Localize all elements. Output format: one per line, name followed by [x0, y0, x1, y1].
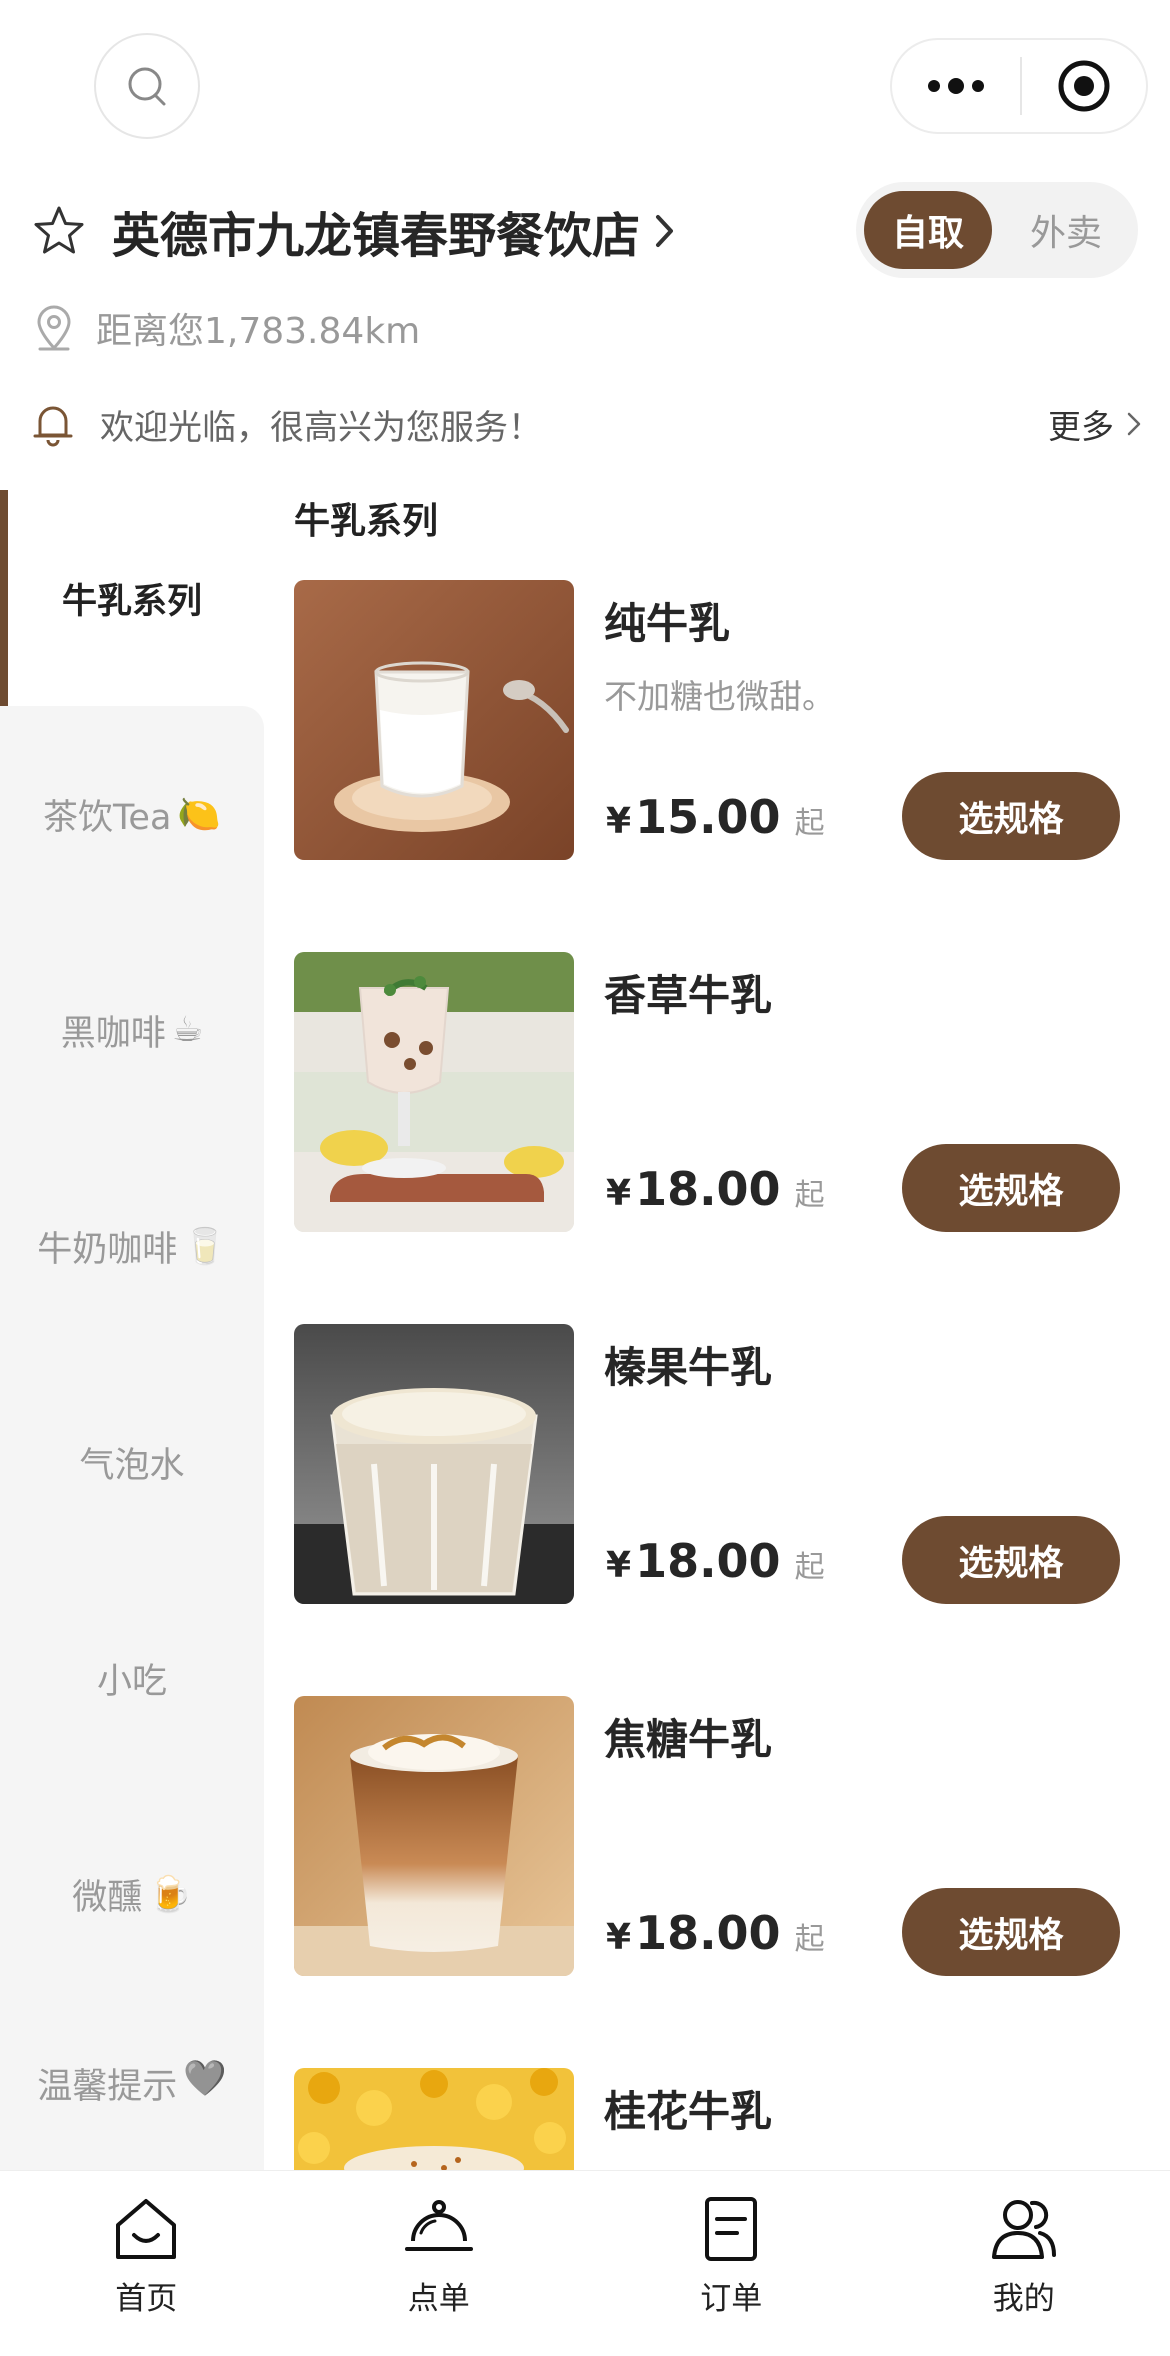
currency-symbol: ¥: [606, 1545, 632, 1586]
price-value: 18.00: [635, 1534, 781, 1588]
bottom-tab-bar: 首页 点单 订单 我的: [0, 2170, 1170, 2356]
currency-symbol: ¥: [606, 1173, 632, 1214]
mode-delivery[interactable]: 外卖: [1002, 191, 1130, 269]
beer-mug-icon: 🍺: [148, 1874, 192, 1915]
sidebar-item-label: 黑咖啡: [60, 1013, 166, 1054]
tab-order[interactable]: 点单: [293, 2171, 586, 2356]
product-card[interactable]: 香草牛乳 ¥ 18.00 起 选规格: [294, 952, 1124, 1232]
tab-label: 我的: [992, 2281, 1055, 2317]
store-name: 英德市九龙镇春野餐饮店: [112, 208, 641, 264]
sidebar-item-tips[interactable]: 温馨提示 🩶: [0, 2002, 264, 2170]
cloche-icon: [404, 2200, 473, 2251]
location-pin-icon: [37, 305, 71, 351]
product-price: ¥ 18.00 起: [606, 1906, 825, 1960]
store-title-row[interactable]: 英德市九龙镇春野餐饮店: [32, 196, 676, 266]
price-suffix: 起: [794, 1178, 825, 1213]
mini-program-capsule: [890, 38, 1148, 134]
select-spec-button[interactable]: 选规格: [902, 772, 1120, 860]
currency-symbol: ¥: [606, 1917, 632, 1958]
sidebar-item-snacks[interactable]: 小吃: [0, 1570, 264, 1786]
distance-text: 距离您1,783.84km: [96, 311, 421, 352]
select-spec-button[interactable]: 选规格: [902, 1888, 1120, 1976]
lemon-icon: 🍋: [177, 794, 221, 835]
product-price: ¥ 18.00 起: [606, 1534, 825, 1588]
product-name: 榛果牛乳: [604, 1343, 773, 1392]
sidebar-item-tea[interactable]: 茶饮Tea 🍋: [0, 706, 264, 922]
product-image-hazelnut-milk: [294, 1324, 574, 1604]
product-card[interactable]: 纯牛乳 不加糖也微甜。 ¥ 15.00 起 选规格: [294, 580, 1124, 860]
star-outline-icon[interactable]: [32, 204, 86, 258]
distance-row: 距离您1,783.84km: [34, 300, 420, 356]
sidebar-item-label: 牛奶咖啡: [37, 1229, 178, 1270]
product-card[interactable]: 榛果牛乳 ¥ 18.00 起 选规格: [294, 1324, 1124, 1604]
notice-more-link[interactable]: 更多: [1048, 400, 1142, 448]
heart-icon: 🩶: [183, 2059, 227, 2099]
select-spec-button[interactable]: 选规格: [902, 1516, 1120, 1604]
home-icon: [116, 2199, 177, 2259]
product-card[interactable]: 焦糖牛乳 ¥ 18.00 起 选规格: [294, 1696, 1124, 1976]
tab-label: 点单: [407, 2281, 470, 2317]
product-price: ¥ 15.00 起: [606, 790, 825, 844]
product-image-caramel-milk: [294, 1696, 574, 1976]
close-button[interactable]: [1022, 40, 1146, 132]
product-card[interactable]: 桂花牛乳: [294, 2068, 1124, 2170]
order-list-icon: [705, 2197, 758, 2261]
section-title: 牛乳系列: [294, 501, 439, 542]
chevron-right-icon: [656, 215, 674, 247]
price-value: 18.00: [635, 1906, 781, 1960]
tab-label: 订单: [700, 2281, 763, 2317]
users-icon: [991, 2200, 1056, 2259]
price-suffix: 起: [794, 1922, 825, 1957]
bell-icon: [33, 406, 73, 447]
product-name: 焦糖牛乳: [604, 1715, 773, 1764]
delivery-mode-toggle: 自取 外卖: [856, 182, 1138, 278]
currency-symbol: ¥: [606, 801, 632, 842]
tab-home[interactable]: 首页: [0, 2171, 293, 2356]
notice-bar: 欢迎光临，很高兴为您服务！ 更多: [32, 396, 1142, 452]
sidebar-item-milk-coffee[interactable]: 牛奶咖啡 🥛: [0, 1138, 264, 1354]
price-suffix: 起: [794, 1550, 825, 1585]
product-name: 桂花牛乳: [604, 2087, 773, 2136]
tab-mine[interactable]: 我的: [878, 2171, 1170, 2356]
select-spec-button[interactable]: 选规格: [902, 1144, 1120, 1232]
price-value: 15.00: [635, 790, 781, 844]
sidebar-item-milk[interactable]: 牛乳系列: [0, 490, 264, 706]
sidebar-item-label: 茶饮Tea: [42, 797, 172, 838]
product-price: ¥ 18.00 起: [606, 1162, 825, 1216]
chevron-right-icon: [1127, 412, 1141, 436]
notice-more-label: 更多: [1048, 407, 1114, 446]
more-button[interactable]: [892, 40, 1020, 132]
price-value: 18.00: [635, 1162, 781, 1216]
mode-pickup[interactable]: 自取: [864, 191, 992, 269]
product-image-vanilla-milk: [294, 952, 574, 1232]
tab-orders[interactable]: 订单: [585, 2171, 878, 2356]
search-icon: [128, 67, 166, 106]
target-circle-icon: [1058, 60, 1110, 112]
sidebar-item-label: 小吃: [96, 1661, 167, 1702]
price-suffix: 起: [794, 806, 825, 841]
notice-text: 欢迎光临，很高兴为您服务！: [100, 407, 542, 448]
sidebar-item-tipsy[interactable]: 微醺 🍺: [0, 1786, 264, 2002]
product-image-pure-milk: [294, 580, 574, 860]
more-dots-icon: [928, 78, 984, 94]
milk-glass-icon: 🥛: [183, 1226, 227, 1267]
product-desc: 不加糖也微甜。: [604, 677, 835, 716]
product-image-osmanthus-milk: [294, 2068, 574, 2170]
sidebar-item-black-coffee[interactable]: 黑咖啡 ☕: [0, 922, 264, 1138]
search-button[interactable]: [94, 33, 200, 139]
category-sidebar: 牛乳系列 茶饮Tea 🍋 黑咖啡 ☕ 牛奶咖啡 🥛 气泡水 小吃 微醺 🍺 温馨…: [0, 490, 264, 2170]
sidebar-item-label: 牛乳系列: [61, 581, 202, 622]
product-name: 香草牛乳: [604, 971, 773, 1020]
coffee-cup-icon: ☕: [171, 1010, 204, 1050]
sidebar-item-label: 气泡水: [79, 1445, 185, 1486]
product-name: 纯牛乳: [604, 599, 731, 648]
sidebar-item-label: 温馨提示: [37, 2067, 178, 2107]
sidebar-item-label: 微醺: [72, 1877, 143, 1918]
tab-label: 首页: [115, 2281, 178, 2317]
sidebar-item-sparkling-water[interactable]: 气泡水: [0, 1354, 264, 1570]
